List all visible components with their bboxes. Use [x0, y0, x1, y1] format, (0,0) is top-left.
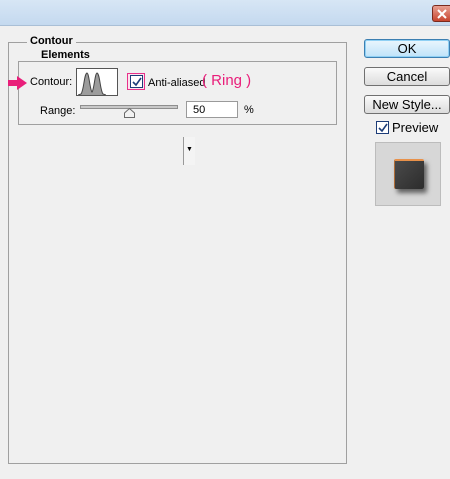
- ok-button[interactable]: OK: [364, 39, 450, 58]
- anti-aliased-checkbox[interactable]: [130, 75, 143, 88]
- range-label: Range:: [40, 105, 76, 117]
- checkmark-icon: [132, 77, 142, 87]
- ring-annotation: ( Ring ): [202, 72, 252, 89]
- preview-swatch: [394, 159, 424, 189]
- anti-aliased-label: Anti-aliased: [148, 77, 206, 89]
- cancel-button[interactable]: Cancel: [364, 67, 450, 86]
- slider-thumb-icon[interactable]: [124, 108, 135, 118]
- dropdown-arrow-icon: ▼: [186, 146, 193, 153]
- style-preview: [375, 142, 441, 206]
- panel-title: Contour: [27, 35, 76, 47]
- pointer-arrow-icon: [8, 76, 27, 90]
- checkmark-icon: [378, 123, 388, 133]
- title-bar: [0, 0, 450, 26]
- contour-picker[interactable]: ▼: [76, 68, 195, 165]
- anti-aliased-highlight: [127, 73, 145, 90]
- close-button[interactable]: [432, 5, 450, 22]
- new-style-button[interactable]: New Style...: [364, 95, 450, 114]
- range-unit: %: [244, 104, 254, 116]
- contour-label: Contour:: [30, 76, 73, 88]
- contour-dropdown[interactable]: ▼: [183, 137, 195, 165]
- group-title: Elements: [38, 49, 93, 61]
- preview-label: Preview: [392, 120, 439, 135]
- range-input[interactable]: 50: [186, 101, 238, 118]
- preview-checkbox[interactable]: [376, 121, 389, 134]
- contour-curve-icon: [78, 72, 106, 95]
- close-icon: [437, 9, 447, 19]
